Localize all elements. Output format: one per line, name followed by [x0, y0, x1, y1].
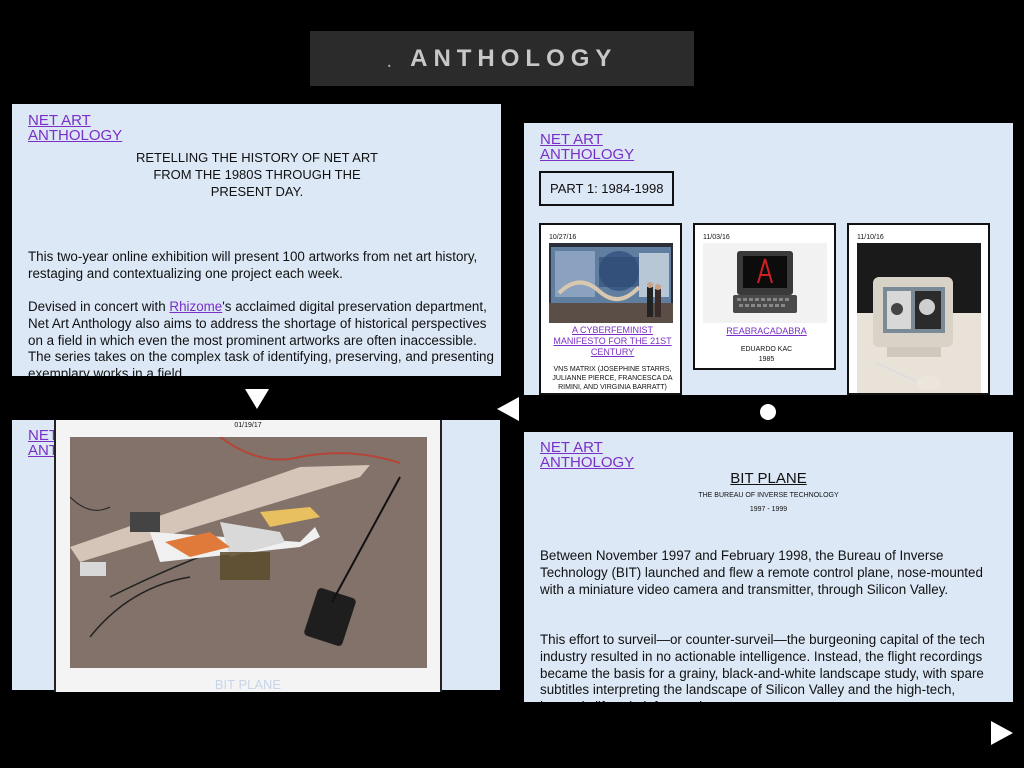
card-date: 11/10/16 — [857, 234, 884, 241]
intro-paragraph-2: Devised in concert with Rhizome's acclai… — [28, 299, 494, 376]
arrow-right-icon[interactable] — [990, 720, 1014, 746]
intro-paragraph-1: This two-year online exhibition will pre… — [28, 249, 478, 281]
detail-paragraph-2: This effort to surveil—or counter-survei… — [540, 632, 985, 702]
net-art-anthology-logo-link[interactable]: NET ART ANTHOLOGY — [540, 440, 634, 470]
artwork-title: BIT PLANE — [730, 470, 807, 487]
artwork-card-computer[interactable]: 11/10/16 — [847, 223, 990, 395]
page-title: ANTHOLOGY — [410, 44, 618, 72]
artwork-years: 1997 - 1999 — [749, 506, 788, 513]
detail-paragraph-1: Between November 1997 and February 1998,… — [540, 548, 983, 597]
cyberfeminist-billboard-image — [549, 243, 673, 323]
intro-panel: NET ART ANTHOLOGY RETELLING THE HISTORY … — [12, 104, 501, 376]
card-date: 10/27/16 — [549, 234, 577, 241]
title-bar: . ANTHOLOGY — [310, 31, 694, 86]
card-artist: EDUARDO KAC — [740, 346, 793, 353]
bit-plane-detail-panel: NET ART ANTHOLOGY BIT PLANE THE BUREAU O… — [524, 432, 1013, 702]
bit-plane-photo-card[interactable]: 01/19/17 BIT PLANE — [54, 420, 442, 692]
card-title-link[interactable]: A CYBERFEMINIST MANIFESTO FOR THE 21ST C… — [545, 325, 680, 358]
card-artist: VNS MATRIX (JOSEPHINE STARRS, JULIANNE P… — [552, 366, 673, 391]
artwork-card-reabracadabra[interactable]: 11/03/16 REABRACADABRA EDUARDO KAC 1985 — [693, 223, 836, 370]
card-date: 01/19/17 — [234, 422, 262, 429]
minitel-terminal-image — [703, 243, 827, 323]
tagline: RETELLING THE HISTORY OF NET ART FROM TH… — [135, 150, 378, 199]
arrow-left-icon[interactable] — [496, 396, 520, 422]
part-index-panel: NET ART ANTHOLOGY PART 1: 1984-1998 10/2… — [524, 123, 1013, 395]
artwork-card-cyberfeminist[interactable]: 10/27/16 A CYBERFEMINIST MANIFESTO FOR T… — [539, 223, 682, 395]
remote-control-plane-photo — [70, 437, 427, 668]
part-label[interactable]: PART 1: 1984-1998 — [539, 171, 675, 206]
card-caption[interactable]: BIT PLANE — [56, 677, 440, 692]
dot-indicator-icon[interactable] — [759, 403, 777, 421]
artwork-artist: THE BUREAU OF INVERSE TECHNOLOGY — [698, 492, 839, 499]
net-art-anthology-logo-link[interactable]: NET ART ANTHOLOGY — [540, 132, 634, 162]
net-art-anthology-logo-link[interactable]: NET ART ANTHOLOGY — [28, 113, 122, 143]
rhizome-link[interactable]: Rhizome — [169, 299, 222, 314]
card-year: 1985 — [758, 356, 775, 363]
arrow-down-icon[interactable] — [244, 388, 270, 410]
vintage-computer-image — [857, 243, 981, 393]
card-title-link[interactable]: REABRACADABRA — [699, 326, 834, 337]
card-date: 11/03/16 — [703, 234, 730, 241]
title-dot: . — [386, 50, 393, 72]
